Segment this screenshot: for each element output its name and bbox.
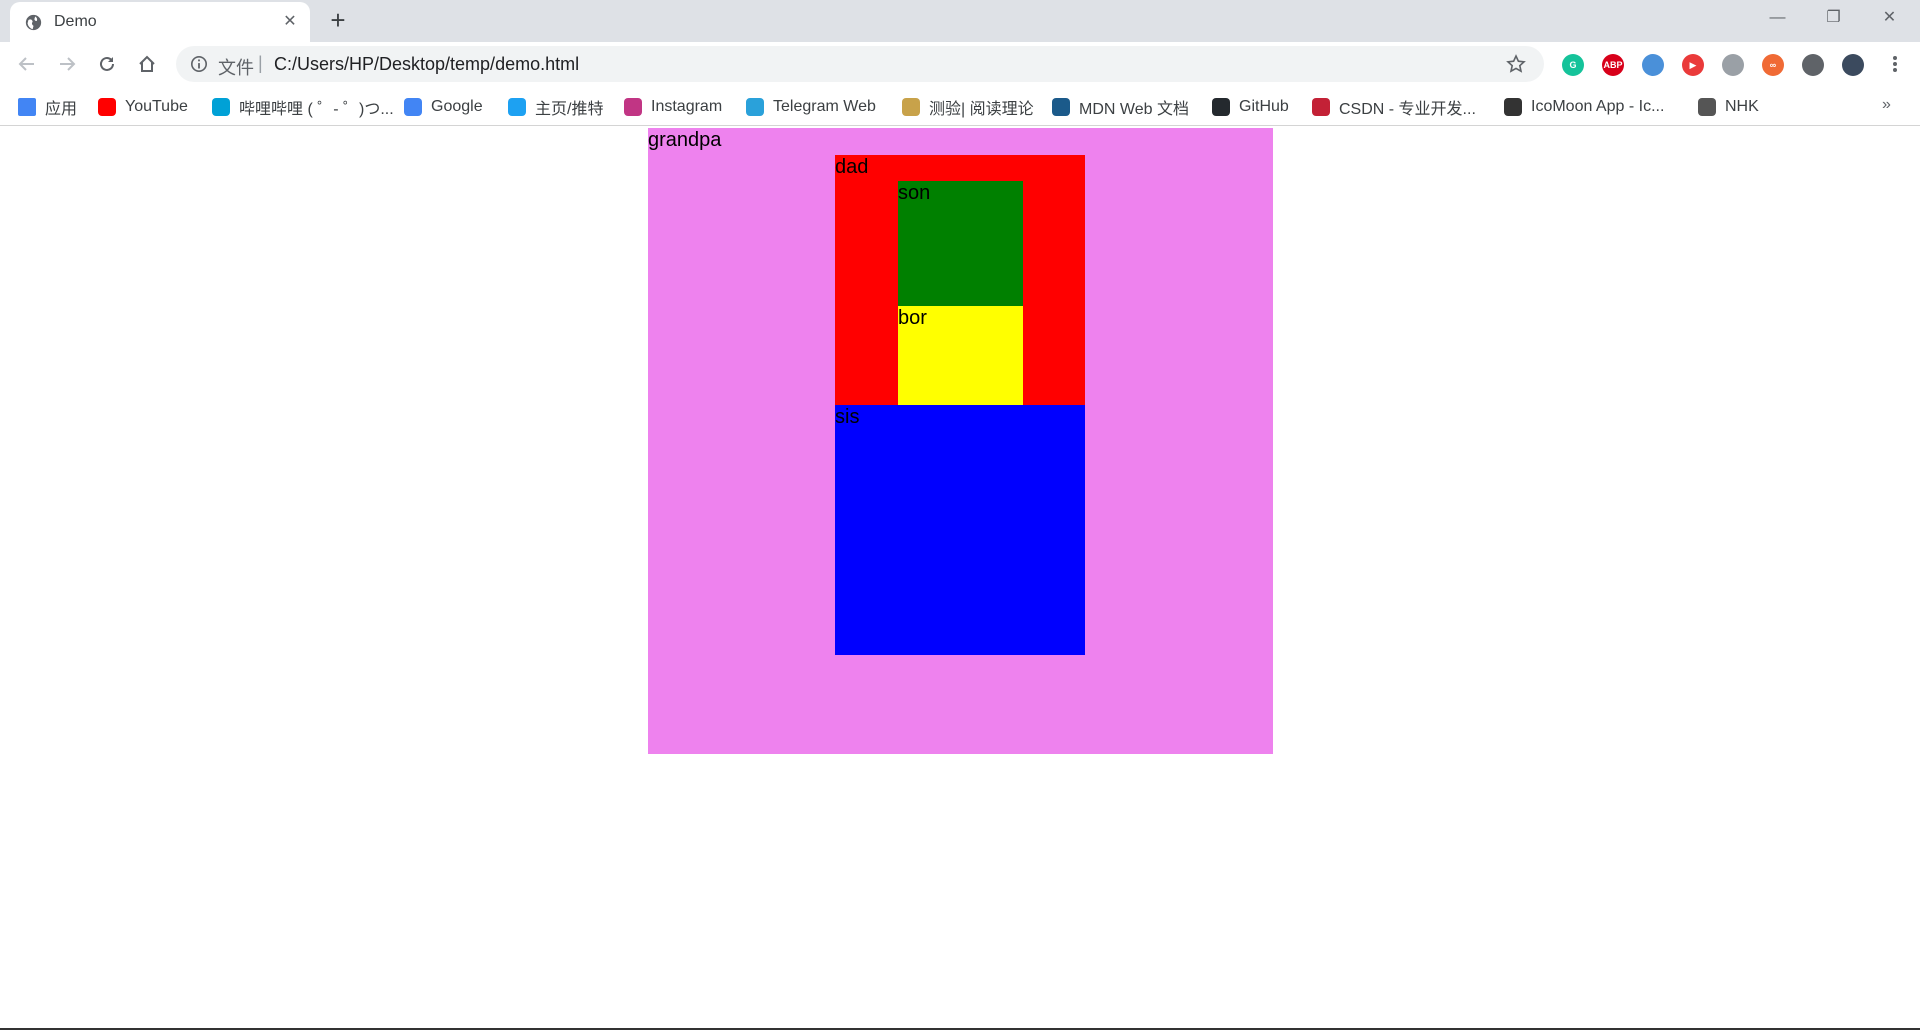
bookmark-label: GitHub [1239,98,1289,115]
close-window-button[interactable]: ✕ [1862,0,1917,36]
home-icon [139,55,155,72]
bor-box: bor [898,306,1023,405]
csdn-icon [1312,98,1330,116]
wallet-icon[interactable] [1722,54,1744,76]
browser-toolbar: 文件 | C:/Users/HP/Desktop/temp/demo.html … [0,42,1920,88]
bookmark-label: 哔哩哔哩 ( ゜- ゜)つ... [239,101,394,118]
back-button[interactable] [12,49,42,79]
arrow-left-icon [18,57,34,71]
maximize-button[interactable]: ❐ [1806,0,1861,36]
extension-grid-icon[interactable] [1642,54,1664,76]
minimize-button[interactable]: — [1750,0,1805,36]
scheme-separator: | [258,53,263,73]
address-bar[interactable]: 文件 | C:/Users/HP/Desktop/temp/demo.html [176,46,1544,82]
bookmark-label: IcoMoon App - Ic... [1531,98,1665,115]
bookmarks-bar: 应用 YouTube 哔哩哔哩 ( ゜- ゜)つ... Google 主页/推特 Inst… [0,88,1920,126]
bookmarks-overflow-button[interactable]: » [1882,96,1891,114]
globe-icon [25,14,42,31]
grandpa-label: grandpa [648,129,722,151]
reload-icon [100,56,114,71]
reload-button[interactable] [92,49,122,79]
bookmark-label: NHK [1725,98,1759,115]
adblock-plus-icon[interactable]: ABP [1602,54,1624,76]
dad-label: dad [835,156,869,178]
bookmark-item[interactable]: Telegram Web [746,93,876,121]
google-icon [404,98,422,116]
bookmark-label: 应用 [45,101,78,118]
media-icon[interactable]: ▶ [1682,54,1704,76]
bor-label: bor [898,307,927,329]
star-icon[interactable] [1506,54,1526,74]
folder-books-icon [902,98,920,116]
bookmark-item[interactable]: Google [404,93,483,121]
bilibili-icon [212,98,230,116]
twitter-icon [508,98,526,116]
bookmark-label: 主页/推特 [535,101,604,118]
bookmark-item[interactable]: GitHub [1212,93,1289,121]
new-tab-button[interactable]: + [324,6,352,34]
bookmark-item[interactable]: 主页/推特 [508,93,603,121]
info-icon[interactable] [190,55,208,73]
apps-grid-icon [18,98,36,116]
infinity-icon[interactable]: ∞ [1762,54,1784,76]
bookmark-label: Google [431,98,483,115]
instagram-icon [624,98,642,116]
menu-button[interactable] [1880,49,1910,79]
tab-demo[interactable]: Demo ✕ [10,2,310,42]
sis-box: sis [835,405,1085,655]
tab-title: Demo [54,13,97,30]
tab-strip: Demo ✕ + — ❐ ✕ [0,0,1920,42]
forward-button[interactable] [52,49,82,79]
bookmark-label: YouTube [125,98,188,115]
bookmark-item[interactable]: YouTube [98,93,188,121]
bookmark-label: Telegram Web [773,98,876,115]
bookmark-item[interactable]: 测验| 阅读理论 [902,93,1034,121]
bookmark-label: 测验| 阅读理论 [929,101,1034,118]
bookmark-label: Instagram [651,98,723,115]
mdn-icon [1052,98,1070,116]
son-box: son [898,181,1023,306]
grammarly-icon[interactable]: G [1562,54,1584,76]
telegram-icon [746,98,764,116]
bookmark-item[interactable]: MDN Web 文档 [1052,93,1189,121]
bookmark-item[interactable]: NHK [1698,93,1759,121]
tab-close-icon[interactable]: ✕ [280,12,300,32]
nhk-icon [1698,98,1716,116]
scheme-label: 文件 [218,58,254,78]
bookmark-item[interactable]: 哔哩哔哩 ( ゜- ゜)つ... [212,93,394,121]
youtube-icon [98,98,116,116]
url-text[interactable]: C:/Users/HP/Desktop/temp/demo.html [274,54,579,75]
sis-label: sis [835,406,860,428]
bookmark-label: CSDN - 专业开发... [1339,101,1476,118]
icomoon-icon [1504,98,1522,116]
home-button[interactable] [132,49,162,79]
bookmark-label: MDN Web 文档 [1079,101,1189,118]
bookmark-item[interactable]: CSDN - 专业开发... [1312,93,1476,121]
profile-avatar-icon[interactable] [1842,54,1864,76]
bookmark-item[interactable]: 应用 [18,93,77,121]
page-viewport: grandpa dad son bor sis [0,127,1920,1030]
puzzle-icon[interactable] [1802,54,1824,76]
son-label: son [898,182,931,204]
bookmark-item[interactable]: IcoMoon App - Ic... [1504,93,1664,121]
kebab-menu-icon [1893,56,1897,72]
github-icon [1212,98,1230,116]
arrow-right-icon [60,57,76,71]
bookmark-item[interactable]: Instagram [624,93,722,121]
